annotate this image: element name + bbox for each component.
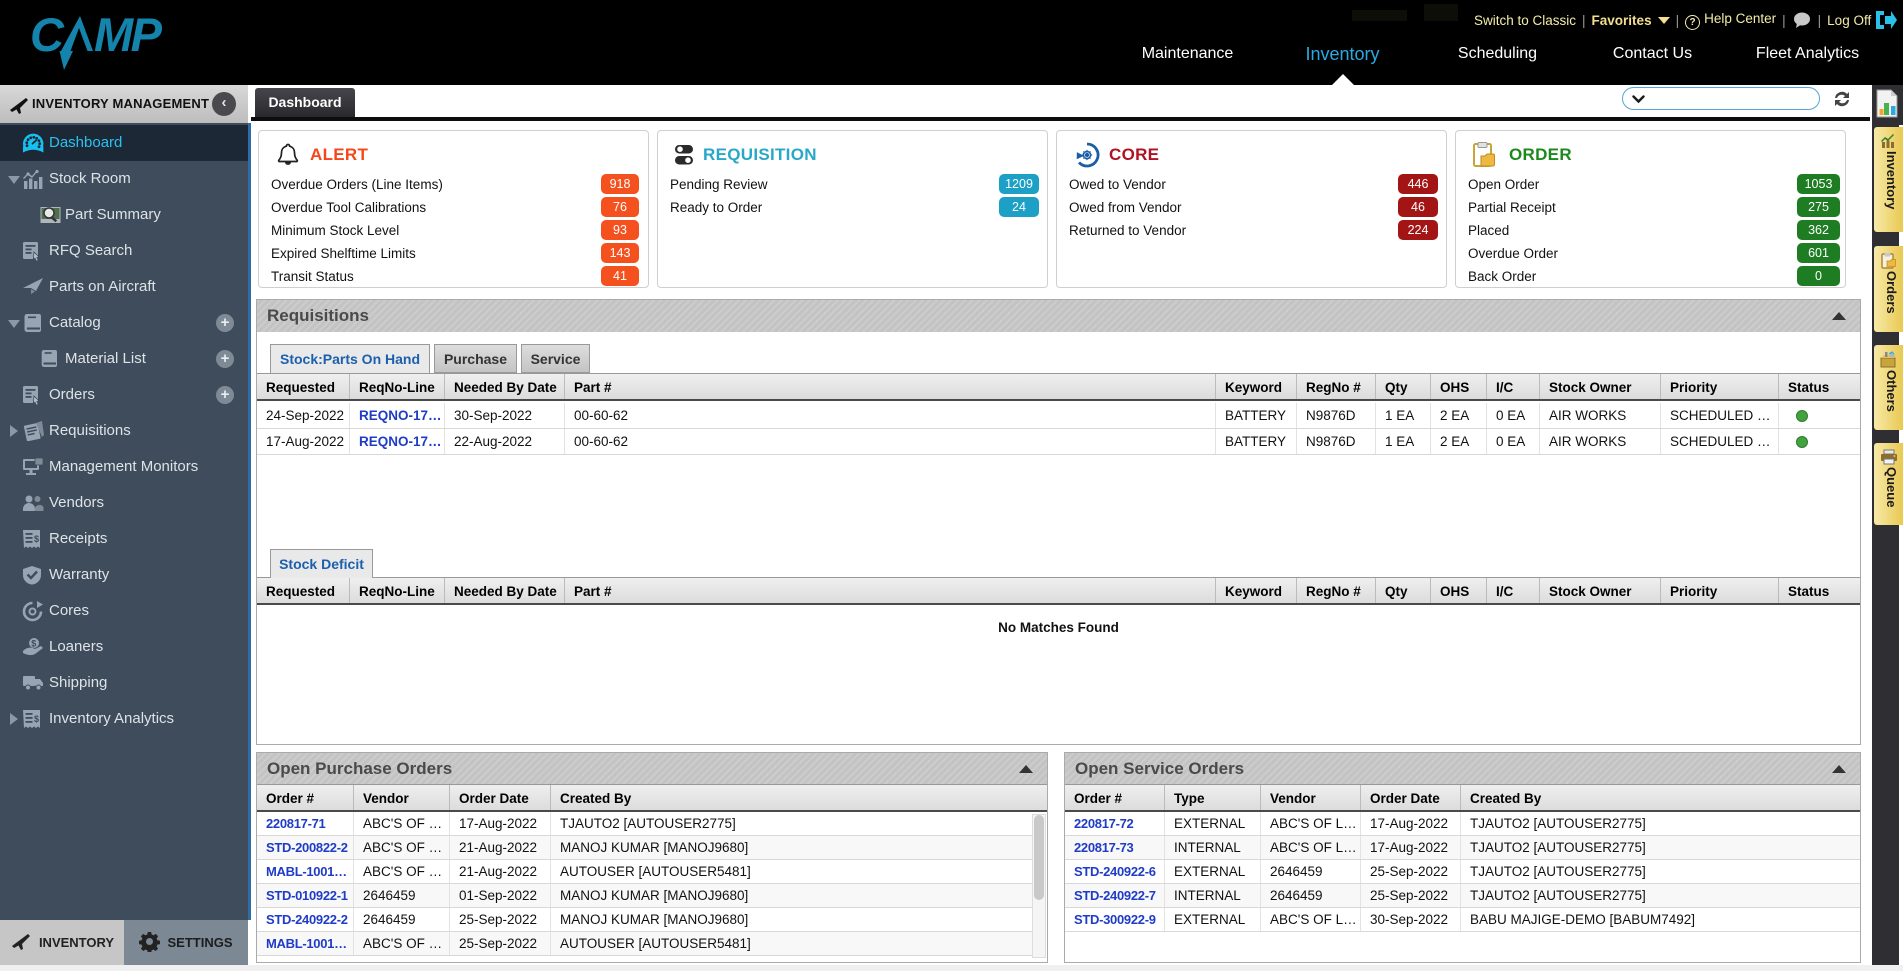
svg-text:$: $: [31, 639, 36, 649]
svg-text:$: $: [34, 714, 39, 724]
svg-text:MP: MP: [94, 16, 163, 61]
svg-text:$: $: [34, 534, 39, 544]
svg-text:C: C: [30, 16, 65, 61]
